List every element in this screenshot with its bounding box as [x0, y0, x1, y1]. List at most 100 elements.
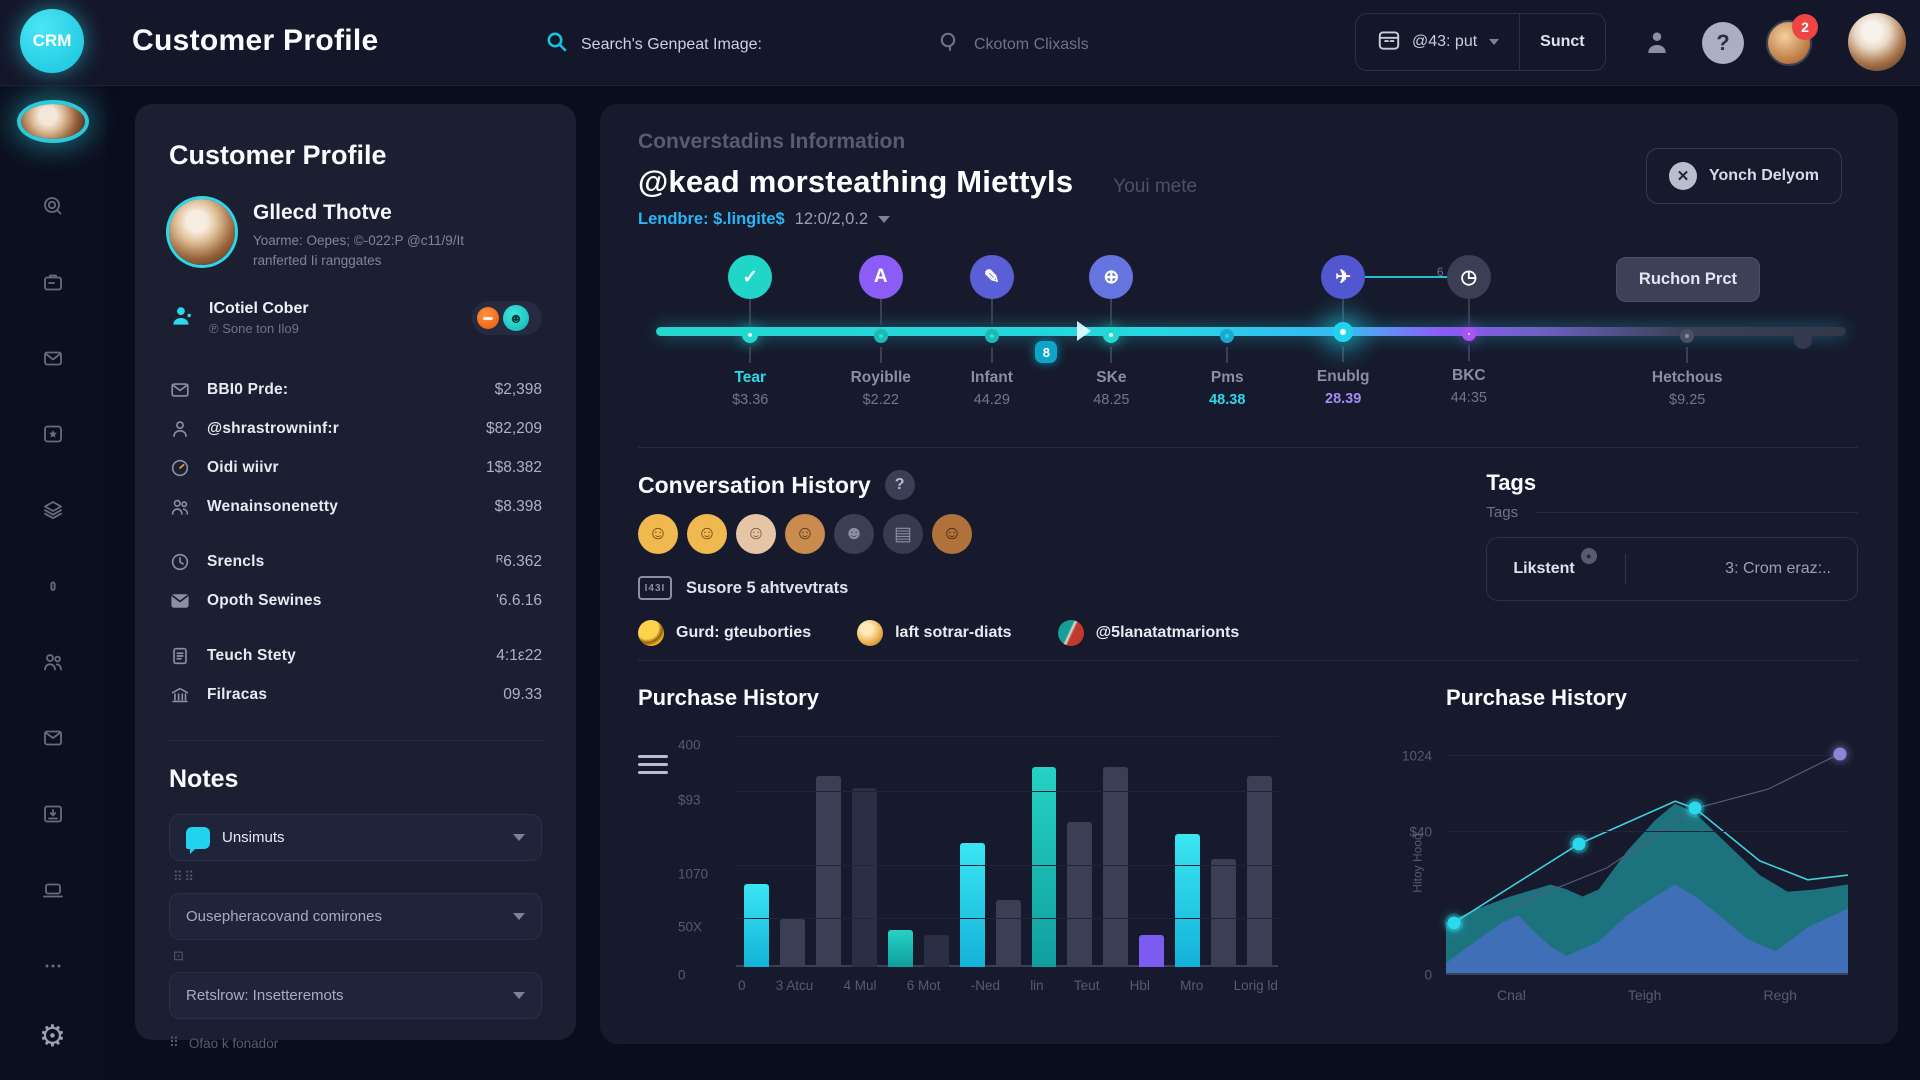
mailfill-icon: [169, 589, 191, 613]
cow-avatar[interactable]: ☺: [736, 514, 776, 554]
dog-avatar[interactable]: ☺: [932, 514, 972, 554]
bar[interactable]: [1139, 935, 1164, 967]
sidebar-item-more-icon[interactable]: [30, 943, 76, 989]
sidebar-item-inbox-download-icon[interactable]: [30, 791, 76, 837]
bar[interactable]: [924, 935, 949, 967]
milestone-value: 28.39: [1283, 391, 1403, 407]
sidebar-item-laptop-icon[interactable]: [30, 867, 76, 913]
cyan-data-point[interactable]: [1572, 838, 1585, 851]
milestone-node[interactable]: [1794, 331, 1812, 349]
history-item-label: laft sotrar-diats: [895, 624, 1011, 642]
sidebar-item-pill-icon[interactable]: [30, 563, 76, 609]
chevron-down-icon[interactable]: [878, 216, 890, 223]
note-select-1[interactable]: Unsimuts: [169, 814, 542, 861]
timeline-milestone-ske[interactable]: ⊕SKe48.258: [1051, 255, 1171, 408]
bar[interactable]: [1103, 767, 1128, 967]
tag-badge-icon: ●: [1581, 548, 1597, 564]
smiley-avatar-1[interactable]: ☺: [638, 514, 678, 554]
timeline-milestone-hetchous[interactable]: Hetchous$9.25: [1627, 255, 1747, 408]
timeline-milestone-enublg[interactable]: ✈Enublg28.39: [1283, 255, 1403, 407]
milestone-node[interactable]: [1462, 327, 1476, 341]
milestone-node[interactable]: [1333, 322, 1353, 342]
sidebar-active-avatar[interactable]: [21, 104, 85, 139]
search-input[interactable]: Search's Genpeat Image:: [545, 30, 762, 59]
date-selector[interactable]: @43: put: [1356, 14, 1519, 70]
crm-logo[interactable]: CRM: [20, 9, 84, 73]
sunct-button[interactable]: Sunct: [1519, 14, 1604, 70]
help-badge[interactable]: ?: [885, 470, 915, 500]
monkey-avatar[interactable]: ☺: [785, 514, 825, 554]
bar[interactable]: [996, 900, 1021, 967]
timeline-milestone-royiblle[interactable]: ARoyiblle$2.22: [821, 255, 941, 408]
chat-small-icon: ⊡: [173, 948, 542, 964]
timeline-milestone-tear[interactable]: ✓Tear$3.36: [690, 255, 810, 408]
timeline-milestone-infant[interactable]: ✎Infant44.29: [932, 255, 1052, 408]
x-axis-tick: 0: [738, 978, 746, 993]
bar[interactable]: [816, 776, 841, 967]
bar[interactable]: [1247, 776, 1272, 967]
bar[interactable]: [888, 930, 913, 967]
cyan-data-point[interactable]: [1448, 916, 1461, 929]
sidebar-item-inbox-mail-icon[interactable]: [30, 715, 76, 761]
bar-chart-title: Purchase History: [638, 685, 1278, 711]
purple-data-point[interactable]: [1833, 747, 1846, 760]
settings-gear-icon[interactable]: ⚙: [39, 1019, 66, 1054]
profile-field-row: Teuch Stety4:1ε22: [169, 636, 542, 675]
mute-toggle-icon[interactable]: [477, 307, 499, 329]
timeline-milestone-bkc[interactable]: ◷BKC44:356: [1409, 255, 1529, 406]
bar[interactable]: [1032, 767, 1057, 967]
history-item[interactable]: Gurd: gteuborties: [638, 620, 811, 646]
dismiss-button[interactable]: ✕ Yonch Delyom: [1646, 148, 1842, 204]
bar[interactable]: [1067, 822, 1092, 967]
note-select-2[interactable]: Ousepheracovand comirones: [169, 893, 542, 940]
note-select-3[interactable]: Retslrow: Insetteremots: [169, 972, 542, 1019]
milestone-node[interactable]: [1103, 327, 1119, 343]
user-settings-icon[interactable]: [1638, 24, 1676, 62]
tag-chip[interactable]: Likstent● 3: Crom eraz:..: [1486, 537, 1858, 601]
customer-avatar[interactable]: [169, 199, 235, 265]
milestone-node[interactable]: [1680, 329, 1694, 343]
bar[interactable]: [852, 788, 877, 967]
contact-name: ICotiel Cober: [209, 300, 309, 318]
history-item[interactable]: laft sotrar-diats: [857, 620, 1011, 646]
bar[interactable]: [780, 919, 805, 967]
bar[interactable]: [960, 843, 985, 967]
cyan-data-point[interactable]: [1689, 802, 1702, 815]
milestone-node[interactable]: [1220, 329, 1234, 343]
bar[interactable]: [1175, 834, 1200, 967]
contact-toggle[interactable]: ☻: [472, 301, 542, 335]
help-button[interactable]: ?: [1702, 22, 1744, 64]
profile-field-row: Opoth Sewines'6.6.16: [169, 581, 542, 620]
bar[interactable]: [1211, 859, 1236, 967]
bar[interactable]: [744, 884, 769, 967]
milestone-node[interactable]: [985, 329, 999, 343]
parrot-emoji: [1058, 620, 1084, 646]
milestone-node[interactable]: [742, 327, 758, 343]
sidebar-item-search-icon[interactable]: [30, 183, 76, 229]
timeline-milestone-end[interactable]: [1743, 255, 1863, 349]
history-item[interactable]: @5lanatatmarionts: [1058, 620, 1240, 646]
secondary-search-input[interactable]: Ckotom Clixasls: [938, 30, 1089, 59]
card-avatar[interactable]: ▤: [883, 514, 923, 554]
person-avatar[interactable]: ☻: [834, 514, 874, 554]
sidebar-item-layers-icon[interactable]: [30, 487, 76, 533]
user-avatar[interactable]: [1848, 13, 1906, 71]
sidebar-icons: [30, 183, 76, 1019]
top-bar: CRM Customer Profile Search's Genpeat Im…: [0, 0, 1920, 86]
milestone-node[interactable]: [874, 329, 888, 343]
timeline-milestone-pms[interactable]: Pms48.38: [1167, 255, 1287, 408]
sidebar-item-briefcase-icon[interactable]: [30, 259, 76, 305]
area-chart-title: Purchase History: [1446, 685, 1858, 711]
divider: [1536, 512, 1858, 513]
sidebar-item-star-icon[interactable]: [30, 411, 76, 457]
x-axis-tick: Mro: [1180, 978, 1203, 993]
active-toggle-icon[interactable]: ☻: [503, 305, 529, 331]
chart-menu-icon[interactable]: [638, 755, 668, 989]
secondary-avatar[interactable]: 2: [1766, 20, 1812, 66]
conversation-history-title: Conversation History: [638, 472, 871, 499]
milestone-stem: [1110, 299, 1112, 325]
sidebar-item-mail-icon[interactable]: [30, 335, 76, 381]
smiley-avatar-2[interactable]: ☺: [687, 514, 727, 554]
conversation-link[interactable]: Lendbre: $.lingite$: [638, 210, 785, 229]
sidebar-item-people-icon[interactable]: [30, 639, 76, 685]
